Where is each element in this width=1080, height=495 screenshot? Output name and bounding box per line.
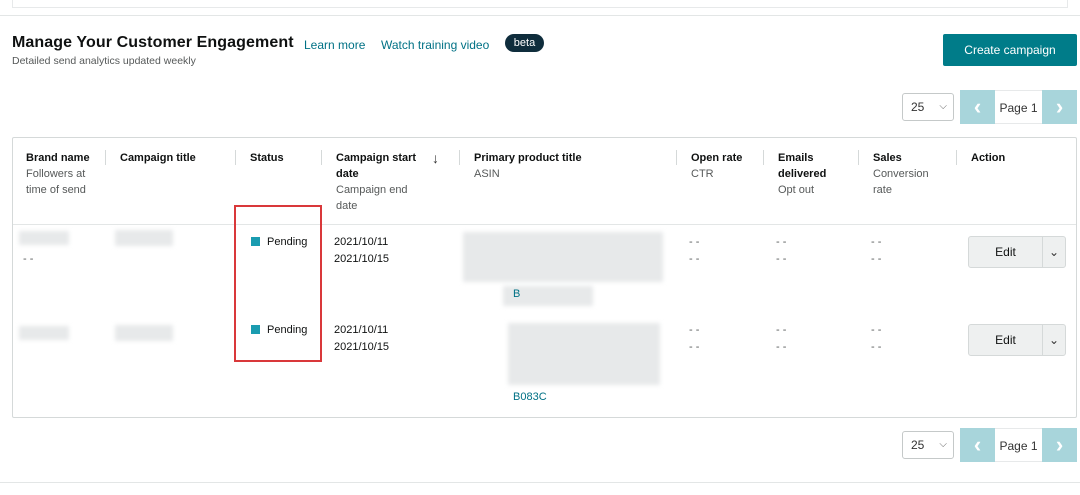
- next-page-button[interactable]: ›: [1042, 90, 1077, 124]
- redacted-product-title: [463, 232, 663, 282]
- opt-out-value: - -: [776, 253, 787, 265]
- bottom-panel-strip: [0, 482, 1080, 495]
- page-subtitle: Detailed send analytics updated weekly: [12, 55, 196, 67]
- column-separator: [105, 150, 106, 165]
- sales-value: - -: [871, 324, 882, 336]
- previous-page-button[interactable]: ‹: [960, 90, 995, 124]
- next-page-button[interactable]: ›: [1042, 428, 1077, 462]
- chevron-down-icon: ⌵: [939, 101, 947, 112]
- column-header-brand: Brand name Followers at time of send: [26, 152, 90, 196]
- conversion-rate-value: - -: [871, 341, 882, 353]
- column-header-sales: Sales Conversion rate: [873, 152, 929, 196]
- row-action-group: Edit ⌄: [968, 236, 1066, 268]
- page-size-select[interactable]: 25 ⌵: [902, 93, 954, 121]
- edit-button[interactable]: Edit: [969, 325, 1043, 355]
- row-action-group: Edit ⌄: [968, 324, 1066, 356]
- chevron-down-icon: ⌄: [1048, 245, 1060, 259]
- column-header-campaign-dates[interactable]: Campaign start date Campaign end date: [336, 150, 416, 214]
- page-size-value: 25: [911, 100, 925, 114]
- watch-training-video-link[interactable]: Watch training video: [381, 38, 489, 52]
- emails-delivered-value: - -: [776, 324, 787, 336]
- ctr-value: - -: [689, 253, 700, 265]
- column-header-emails: Emails delivered Opt out: [778, 152, 827, 196]
- top-panel-strip: [0, 0, 1080, 16]
- column-header-action: Action: [971, 152, 1006, 164]
- chevron-right-icon: ›: [1055, 94, 1064, 119]
- page-size-value: 25: [911, 438, 925, 452]
- chevron-down-icon: ⌄: [1048, 333, 1060, 347]
- column-header-open-rate: Open rate CTR: [691, 152, 743, 180]
- column-separator: [459, 150, 460, 165]
- status-highlight-annotation: [234, 205, 322, 362]
- page-header: Manage Your Customer Engagement Learn mo…: [12, 34, 1072, 74]
- edit-button[interactable]: Edit: [969, 237, 1043, 267]
- opt-out-value: - -: [776, 341, 787, 353]
- table-header: Brand name Followers at time of send Cam…: [13, 138, 1076, 225]
- top-panel-edge: [12, 0, 1068, 8]
- chevron-left-icon: ‹: [973, 432, 982, 457]
- emails-delivered-value: - -: [776, 236, 787, 248]
- campaign-start-date: 2021/10/11: [334, 324, 389, 336]
- ctr-value: - -: [689, 341, 700, 353]
- followers-value: - -: [23, 253, 34, 265]
- page-indicator: Page 1: [995, 90, 1042, 124]
- column-separator: [956, 150, 957, 165]
- learn-more-link[interactable]: Learn more: [304, 38, 365, 52]
- product-asin-link[interactable]: B: [513, 286, 520, 303]
- chevron-left-icon: ‹: [973, 94, 982, 119]
- chevron-right-icon: ›: [1055, 432, 1064, 457]
- campaign-end-date: 2021/10/15: [334, 253, 390, 265]
- redacted-campaign-title: [115, 325, 173, 341]
- campaign-start-date: 2021/10/11: [334, 236, 389, 248]
- open-rate-value: - -: [689, 324, 700, 336]
- column-header-product: Primary product title ASIN: [474, 152, 582, 180]
- column-separator: [858, 150, 859, 165]
- action-dropdown-button[interactable]: ⌄: [1043, 325, 1065, 355]
- column-separator: [763, 150, 764, 165]
- column-separator: [321, 150, 322, 165]
- open-rate-value: - -: [689, 236, 700, 248]
- sort-descending-icon[interactable]: ↓: [432, 150, 439, 166]
- action-dropdown-button[interactable]: ⌄: [1043, 237, 1065, 267]
- previous-page-button[interactable]: ‹: [960, 428, 995, 462]
- page-indicator: Page 1: [995, 428, 1042, 462]
- redacted-brand: [19, 231, 69, 245]
- campaign-table: Brand name Followers at time of send Cam…: [12, 137, 1077, 418]
- product-asin-link[interactable]: B083C: [513, 389, 547, 406]
- chevron-down-icon: ⌵: [939, 439, 947, 450]
- page-title: Manage Your Customer Engagement: [12, 34, 294, 51]
- column-header-campaign-title: Campaign title: [120, 152, 196, 164]
- conversion-rate-value: - -: [871, 253, 882, 265]
- page-size-select[interactable]: 25 ⌵: [902, 431, 954, 459]
- column-separator: [676, 150, 677, 165]
- campaign-end-date: 2021/10/15: [334, 341, 390, 353]
- redacted-campaign-title: [115, 230, 173, 246]
- column-separator: [235, 150, 236, 165]
- create-campaign-button[interactable]: Create campaign: [943, 34, 1077, 66]
- redacted-product-title: [508, 323, 660, 385]
- sales-value: - -: [871, 236, 882, 248]
- redacted-brand: [19, 326, 69, 340]
- column-header-status: Status: [250, 152, 284, 164]
- beta-badge: beta: [505, 34, 544, 52]
